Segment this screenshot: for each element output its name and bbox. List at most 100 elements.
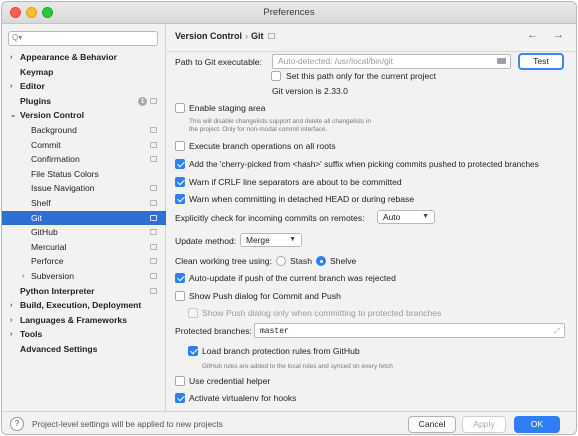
- git-settings-panel: Version Control › Git ← → Path to Git exec…: [167, 24, 576, 411]
- show-push-dialog-checkbox[interactable]: [175, 291, 185, 301]
- chevron-right-icon[interactable]: ›: [10, 79, 13, 94]
- sidebar-item-keymap[interactable]: Keymap: [2, 65, 166, 80]
- sidebar-item-github[interactable]: GitHub: [2, 225, 166, 240]
- update-method-value: Merge: [246, 235, 270, 245]
- git-path-field[interactable]: Auto-detected: /usr/local/bin/git: [272, 54, 511, 69]
- test-button[interactable]: Test: [518, 53, 564, 70]
- stash-radio[interactable]: [276, 256, 286, 266]
- chevron-down-icon: ▼: [422, 213, 429, 220]
- project-scope-icon: [150, 214, 157, 221]
- update-count-badge: 1: [138, 96, 147, 106]
- update-method-select[interactable]: Merge ▼: [240, 233, 302, 247]
- sidebar-item-tools[interactable]: › Tools: [2, 327, 166, 342]
- sidebar-item-label: Build, Execution, Deployment: [20, 300, 142, 311]
- sidebar-item-mercurial[interactable]: Mercurial: [2, 240, 166, 255]
- incoming-commits-select[interactable]: Auto ▼: [377, 210, 435, 224]
- execute-branch-ops-checkbox[interactable]: [175, 141, 185, 151]
- sidebar-item-label: Subversion: [31, 270, 74, 281]
- back-forward-arrows[interactable]: ← →: [527, 29, 570, 41]
- credential-helper-checkbox[interactable]: [175, 376, 185, 386]
- sidebar-item-python-interpreter[interactable]: Python Interpreter: [2, 284, 166, 299]
- minimize-window-button[interactable]: [26, 7, 37, 18]
- project-scope-icon: [150, 243, 157, 250]
- help-icon[interactable]: ?: [10, 417, 24, 431]
- cherry-picked-checkbox[interactable]: [175, 159, 185, 169]
- maximize-window-button[interactable]: [42, 7, 53, 18]
- credential-helper-label: Use credential helper: [189, 376, 271, 386]
- header-divider: [167, 51, 576, 52]
- sidebar-item-commit[interactable]: Commit: [2, 138, 166, 153]
- sidebar-item-plugins[interactable]: Plugins 1: [2, 94, 166, 109]
- auto-update-checkbox[interactable]: [175, 273, 185, 283]
- sidebar-item-label: Keymap: [20, 66, 54, 77]
- sidebar-item-version-control[interactable]: ⌄ Version Control: [2, 108, 166, 123]
- sidebar-item-file-status-colors[interactable]: File Status Colors: [2, 167, 166, 182]
- chevron-right-icon[interactable]: ›: [22, 269, 25, 284]
- sidebar-item-languages-frameworks[interactable]: › Languages & Frameworks: [2, 313, 166, 328]
- dialog-footer: ? Project-level settings will be applied…: [2, 411, 576, 434]
- settings-search-input[interactable]: [23, 32, 153, 45]
- show-push-protected-label: Show Push dialog only when committing to…: [202, 308, 442, 318]
- sidebar-item-label: GitHub: [31, 227, 58, 238]
- sidebar-item-git[interactable]: Git: [2, 210, 166, 226]
- sidebar-item-background[interactable]: Background: [2, 123, 166, 138]
- project-scope-icon: [150, 287, 157, 294]
- show-push-dialog-label: Show Push dialog for Commit and Push: [189, 291, 341, 301]
- load-protection-hint: GitHub rules are added to the local rule…: [202, 363, 393, 370]
- sidebar-item-shelf[interactable]: Shelf: [2, 196, 166, 211]
- project-scope-icon: [150, 229, 157, 236]
- set-path-only-project-checkbox[interactable]: [271, 71, 281, 81]
- sidebar-item-label: Confirmation: [31, 154, 80, 165]
- ok-button[interactable]: OK: [514, 416, 560, 433]
- project-scope-icon: [150, 258, 157, 265]
- incoming-commits-label: Explicitly check for incoming commits on…: [175, 213, 365, 223]
- sidebar-item-issue-navigation[interactable]: Issue Navigation: [2, 181, 166, 196]
- chevron-right-icon[interactable]: ›: [10, 327, 13, 342]
- sidebar-item-confirmation[interactable]: Confirmation: [2, 152, 166, 167]
- settings-search[interactable]: Q▾: [8, 31, 158, 46]
- load-protection-label: Load branch protection rules from GitHub: [202, 346, 360, 356]
- warn-crlf-checkbox[interactable]: [175, 177, 185, 187]
- cherry-picked-label: Add the 'cherry-picked from <hash>' suff…: [189, 159, 539, 169]
- close-window-button[interactable]: [10, 7, 21, 18]
- shelve-radio[interactable]: [316, 256, 326, 266]
- chevron-right-icon[interactable]: ›: [10, 313, 13, 328]
- sidebar-item-advanced-settings[interactable]: Advanced Settings: [2, 342, 166, 357]
- enable-staging-checkbox[interactable]: [175, 103, 185, 113]
- sidebar-item-perforce[interactable]: Perforce: [2, 254, 166, 269]
- breadcrumb: Version Control › Git: [175, 31, 275, 41]
- warn-detached-label: Warn when committing in detached HEAD or…: [189, 194, 415, 204]
- chevron-down-icon[interactable]: ⌄: [10, 108, 16, 123]
- show-push-protected-checkbox[interactable]: [188, 308, 198, 318]
- chevron-right-icon[interactable]: ›: [10, 298, 13, 313]
- sidebar-item-label: Appearance & Behavior: [20, 52, 117, 62]
- warn-crlf-label: Warn if CRLF line separators are about t…: [189, 177, 402, 187]
- project-scope-icon: [150, 272, 157, 279]
- protected-branches-field[interactable]: master ⤢: [254, 323, 565, 338]
- breadcrumb-parent[interactable]: Version Control: [175, 31, 242, 41]
- sidebar-item-label: Advanced Settings: [20, 343, 98, 354]
- apply-button[interactable]: Apply: [462, 416, 506, 433]
- warn-detached-checkbox[interactable]: [175, 194, 185, 204]
- expand-icon[interactable]: ⤢: [554, 325, 560, 338]
- project-scope-icon: [150, 97, 157, 104]
- sidebar-item-label: Editor: [20, 81, 45, 92]
- sidebar-item-label: Version Control: [20, 110, 84, 121]
- load-protection-checkbox[interactable]: [188, 346, 198, 356]
- sidebar-item-editor[interactable]: › Editor: [2, 79, 166, 94]
- activate-virtualenv-checkbox[interactable]: [175, 393, 185, 403]
- sidebar-item-appearance-behavior[interactable]: › Appearance & Behavior: [2, 50, 166, 65]
- folder-icon[interactable]: [497, 58, 506, 64]
- sidebar-item-subversion[interactable]: › Subversion: [2, 269, 166, 284]
- title-bar: Preferences: [2, 2, 576, 24]
- execute-branch-ops-label: Execute branch operations on all roots: [189, 141, 336, 151]
- breadcrumb-separator: ›: [245, 31, 249, 41]
- sidebar-item-label: Plugins: [20, 95, 52, 106]
- sidebar-item-label: Git: [31, 212, 42, 223]
- cancel-button[interactable]: Cancel: [408, 416, 456, 433]
- settings-sidebar: Q▾ › Appearance & Behavior Keymap › Editor Pl…: [2, 24, 166, 411]
- git-path-label: Path to Git executable:: [175, 57, 262, 67]
- sidebar-item-build-execution-deployment[interactable]: › Build, Execution, Deployment: [2, 298, 166, 313]
- chevron-right-icon[interactable]: ›: [10, 50, 13, 65]
- sidebar-item-label: File Status Colors: [31, 168, 99, 179]
